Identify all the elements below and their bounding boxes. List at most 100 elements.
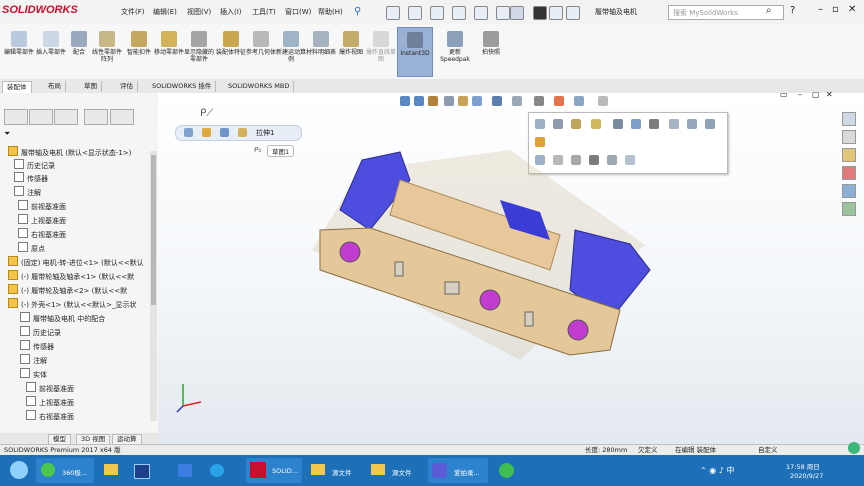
normal-to-icon[interactable] [631,119,641,129]
reference-icon[interactable] [669,119,679,129]
pin-icon[interactable]: ⚲ [354,6,361,17]
assembly-breadcrumb-icon[interactable] [184,128,193,137]
reference-geometry-button[interactable]: 参考几何体 [246,27,276,75]
traffic-light-icon[interactable] [533,6,547,20]
select-icon[interactable] [510,6,524,20]
move-component-button[interactable]: 移动零部件 [154,27,184,75]
body-breadcrumb-icon[interactable] [220,128,229,137]
new-document-icon[interactable] [408,6,422,20]
table-icon[interactable] [705,119,715,129]
property-manager-tab-icon[interactable] [29,109,53,125]
tree-item-origin[interactable]: 原点 [18,242,45,254]
instant3d-button[interactable]: Instant3D [397,27,433,77]
design-library-icon[interactable] [842,130,856,144]
show-hidden-button[interactable]: 显示隐藏的零部件 [184,27,214,75]
scene-icon[interactable] [554,96,564,106]
restore-icon[interactable]: ▫ [832,4,839,15]
update-speedpak-button[interactable]: 更新Speedpak [438,27,472,75]
mate-button[interactable]: 配合 [64,27,94,75]
bolt-3[interactable] [524,311,534,327]
taskbar-app-a[interactable] [130,458,152,483]
menu-file[interactable]: 文件(F) [121,7,145,17]
taskbar-media[interactable] [206,458,228,483]
tree-item-front-plane-2[interactable]: 前视基准面 [26,382,74,394]
menu-insert[interactable]: 插入(I) [220,7,242,17]
notification-icon[interactable] [848,442,860,454]
breadcrumb-label[interactable]: 拉伸1 [256,128,274,138]
clock-time[interactable]: 17:58 周日 [786,461,820,471]
minimize-icon[interactable]: – [818,4,823,15]
display-manager-tab-icon[interactable] [110,109,134,125]
right-bearing[interactable] [567,319,589,341]
tab-evaluate[interactable]: 评估 [116,81,138,92]
edit-component-button[interactable]: 编辑零部件 [4,27,34,75]
rebuild-icon[interactable] [549,6,563,20]
link-icon[interactable] [687,119,697,129]
taskbar-folder-source-2[interactable]: 源文件 [366,458,422,483]
linear-pattern-button[interactable]: 线性零部件阵列 [92,27,122,75]
tree-item-solid-bodies[interactable]: 实体 [20,368,47,380]
home-icon[interactable] [386,6,400,20]
tree-item-annotations[interactable]: 注解 [14,186,41,198]
dimxpert-tab-icon[interactable] [84,109,108,125]
view-settings-icon[interactable] [574,96,584,106]
new-motion-study-button[interactable]: 新建运动算例 [276,27,306,75]
monitor-icon[interactable] [598,96,608,106]
feature-tree-tab-icon[interactable] [4,109,28,125]
tree-item-mates[interactable]: 履带轴及电机 中的配合 [20,312,105,324]
tab-solidworks-addins[interactable]: SOLIDWORKS 插件 [148,81,217,92]
edit-appearance-icon[interactable] [534,96,544,106]
appearance-icon[interactable] [591,119,601,129]
smart-fastener-button[interactable]: 智能扣件 [124,27,154,75]
view-orientation-icon[interactable] [472,96,482,106]
window-close-small-icon[interactable]: ✕ [826,90,833,99]
tree-item-history-2[interactable]: 历史记录 [20,326,61,338]
tree-scrollbar-thumb[interactable] [151,155,156,305]
middle-bearing[interactable] [479,289,501,311]
insert-component-button[interactable]: 插入零部件 [36,27,66,75]
sketch-icon[interactable] [535,119,545,129]
feature-breadcrumb-icon[interactable] [238,128,247,137]
tree-item-front-plane[interactable]: 前视基准面 [18,200,66,212]
tab-sketch[interactable]: 草图 [80,81,102,92]
edit-feature-icon[interactable] [571,119,581,129]
open-icon[interactable] [430,6,444,20]
window-restore-small-icon[interactable]: ▭ [780,90,788,99]
edit-sketch-icon[interactable] [553,119,563,129]
custom-properties-icon[interactable] [842,202,856,216]
close-icon[interactable]: ✕ [848,4,856,15]
hide-show-icon[interactable] [512,96,522,106]
tree-item-right-plane-2[interactable]: 右视基准面 [26,410,74,422]
clock-date[interactable]: 2020/9/27 [790,472,823,480]
tree-item-housing[interactable]: (-) 外壳<1> (默认<<默认>_显示状 [8,298,136,310]
previous-view-icon[interactable] [428,96,438,106]
solidworks-resources-icon[interactable] [842,112,856,126]
help-icon[interactable]: ? [790,5,795,16]
search-icon[interactable]: ⌕ [766,5,772,16]
start-button[interactable] [4,458,34,483]
taskbar-folder[interactable] [100,458,122,483]
explode-line-sketch-button[interactable]: 爆炸直线草图 [366,27,396,75]
tray-icons[interactable]: ⌃ ◉ ♪ 中 [700,465,734,476]
taskbar-wechat[interactable] [494,458,550,483]
track-assembly-model[interactable] [300,140,680,390]
tab-layout[interactable]: 布局 [44,81,66,92]
solidworks-logo[interactable]: SOLIDWORKS [2,4,110,21]
assembly-features-button[interactable]: 装配体特征 [216,27,246,75]
display-style-icon[interactable] [492,96,502,106]
tree-root[interactable]: 履带轴及电机 (默认<显示状态-1>) [8,146,131,158]
tree-item-sensors[interactable]: 传感器 [14,172,48,184]
part-breadcrumb-icon[interactable] [202,128,211,137]
measure-icon[interactable] [649,119,659,129]
taskbar-folder-source-1[interactable]: 源文件 [306,458,362,483]
menu-tools[interactable]: 工具(T) [252,7,276,17]
menu-window[interactable]: 窗口(W) [285,7,311,17]
tree-item-top-plane-2[interactable]: 上视基准面 [26,396,74,408]
tree-item-right-plane[interactable]: 右视基准面 [18,228,66,240]
exploded-view-button[interactable]: 爆炸视图 [336,27,366,75]
configuration-tab-icon[interactable] [54,109,78,125]
taskbar-recorder[interactable]: 爱拍录... [428,458,488,483]
filter-icon[interactable]: ⏷ [4,129,10,139]
tree-item-track-shaft-1[interactable]: (-) 履带轮轴及轴承<1> (默认<<默 [8,270,134,282]
tree-item-history[interactable]: 历史记录 [14,159,55,171]
